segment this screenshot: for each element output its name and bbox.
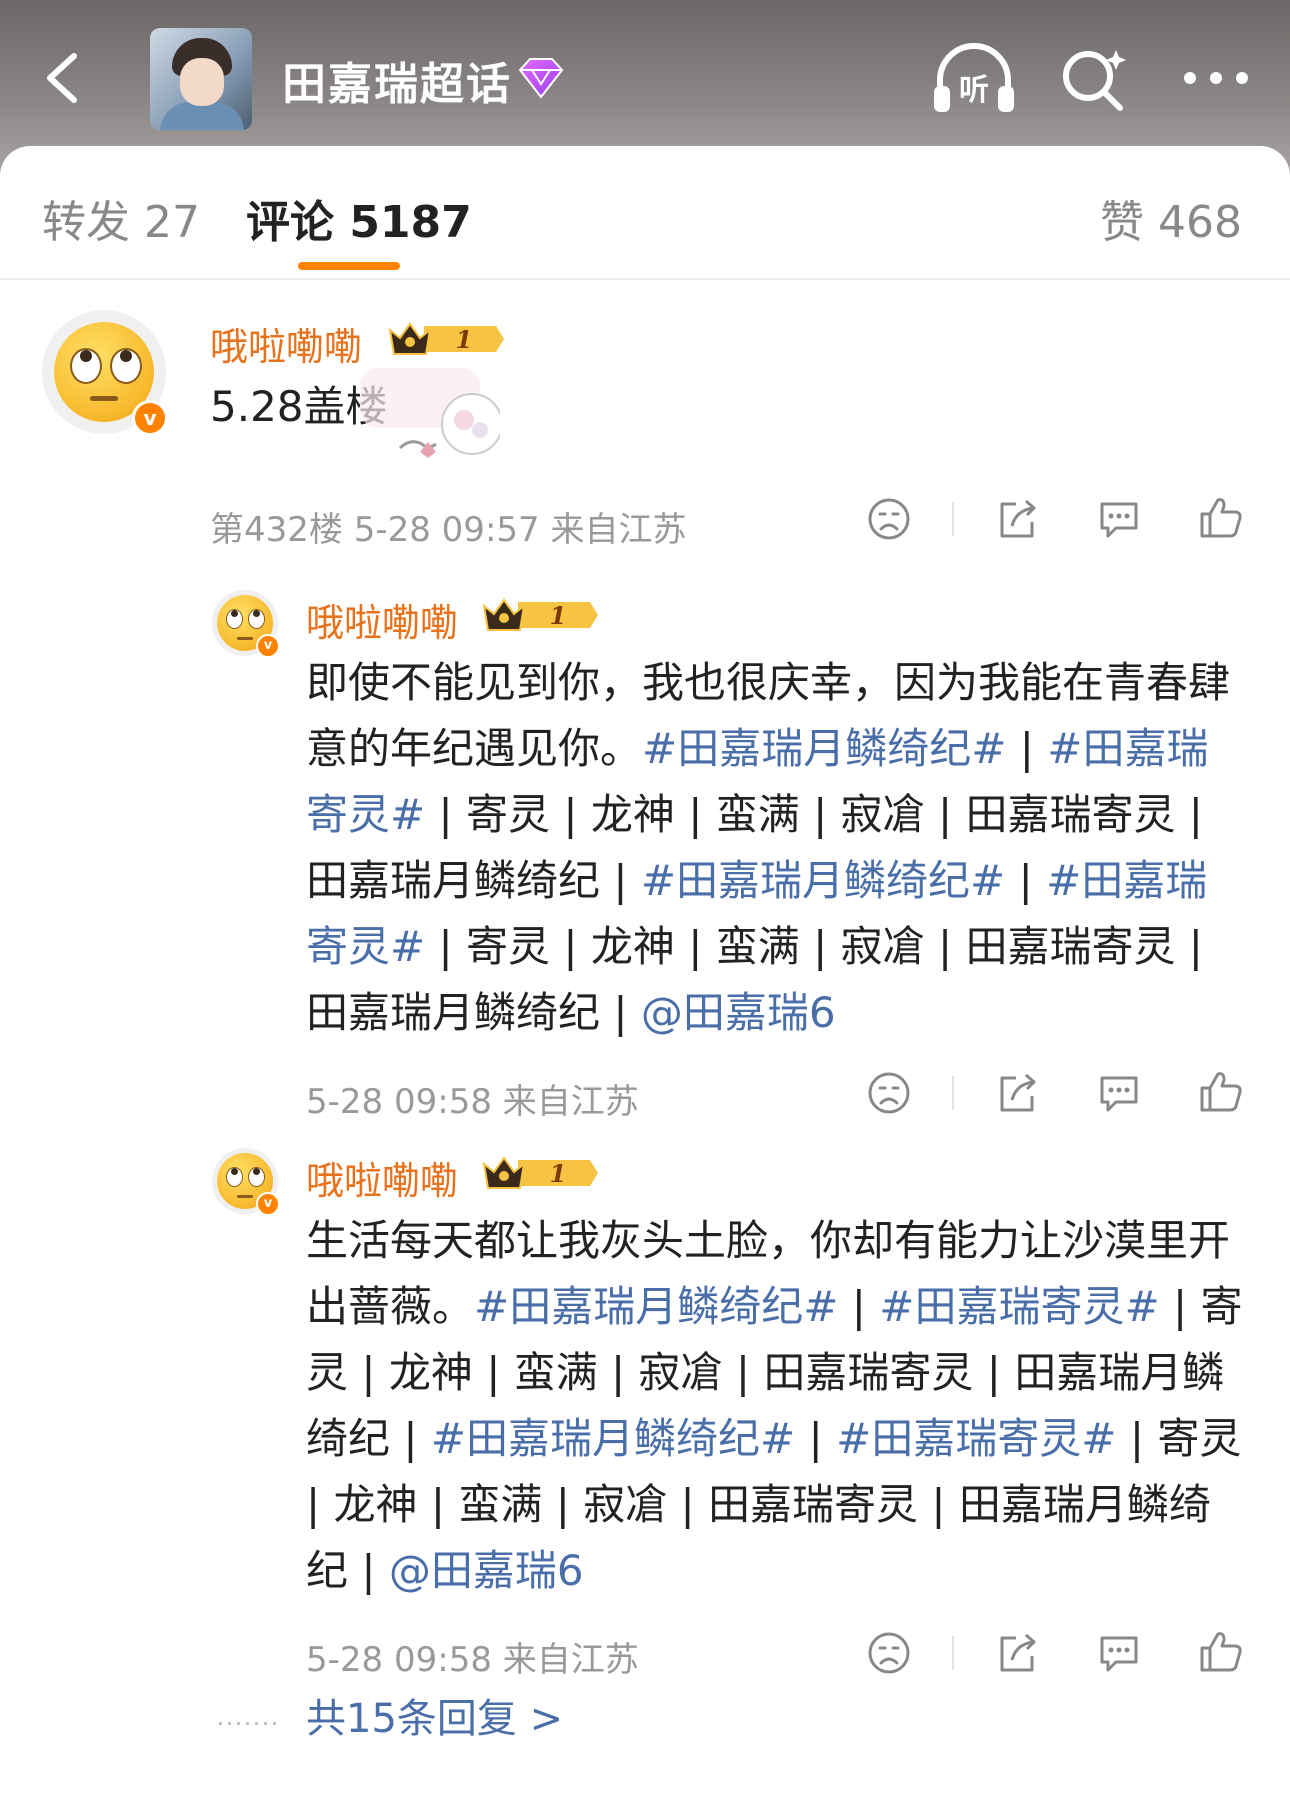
- dislike-icon[interactable]: [866, 496, 912, 542]
- username[interactable]: 哦啦嘞嘞: [210, 316, 362, 371]
- comment-icon[interactable]: [1096, 1630, 1142, 1676]
- reply-text: 生活每天都让我灰头土脸，你却有能力让沙漠里开出蔷薇。#田嘉瑞月鳞绮纪# | #田…: [306, 1208, 1246, 1604]
- comment-bubble-decoration: [360, 368, 500, 458]
- active-tab-indicator: [298, 262, 400, 270]
- avatar[interactable]: v: [212, 1148, 280, 1216]
- like-icon[interactable]: [1198, 494, 1244, 540]
- mention-link[interactable]: @田嘉瑞6: [389, 1546, 584, 1595]
- avatar[interactable]: v: [212, 590, 280, 658]
- verified-badge: v: [256, 1192, 280, 1216]
- share-icon[interactable]: [994, 1630, 1040, 1676]
- reply-text: 即使不能见到你，我也很庆幸，因为我能在青春肆意的年纪遇见你。#田嘉瑞月鳞绮纪# …: [306, 650, 1246, 1046]
- comment-meta: 第432楼 5-28 09:57 来自江苏: [210, 510, 687, 550]
- like-icon[interactable]: [1198, 1068, 1244, 1114]
- listen-icon[interactable]: 听: [932, 42, 1016, 118]
- topic-link[interactable]: #田嘉瑞月鳞绮纪#: [641, 856, 1005, 905]
- dislike-icon[interactable]: [866, 1630, 912, 1676]
- reply-thread-dots: [216, 1722, 276, 1725]
- search-icon[interactable]: [1058, 44, 1130, 116]
- tab-forward[interactable]: 转发 27: [42, 186, 200, 250]
- comment-icon[interactable]: [1096, 496, 1142, 542]
- divider: [952, 502, 954, 536]
- more-replies-link[interactable]: 共15条回复 >: [306, 1686, 563, 1744]
- reply-meta: 5-28 09:58 来自江苏: [306, 1082, 639, 1122]
- tab-likes[interactable]: 赞 468: [1100, 186, 1242, 250]
- divider: [952, 1076, 954, 1110]
- divider: [952, 1636, 954, 1670]
- dislike-icon[interactable]: [866, 1070, 912, 1116]
- reply-text-fragment: |: [1006, 724, 1048, 773]
- reply-meta: 5-28 09:58 来自江苏: [306, 1640, 639, 1680]
- reply-text-fragment: |: [1005, 856, 1047, 905]
- comment-icon[interactable]: [1096, 1070, 1142, 1116]
- topic-link[interactable]: #田嘉瑞月鳞绮纪#: [474, 1282, 838, 1331]
- page-title[interactable]: 田嘉瑞超话: [282, 48, 512, 112]
- mention-link[interactable]: @田嘉瑞6: [641, 988, 836, 1037]
- avatar[interactable]: v: [42, 310, 168, 436]
- fan-level-crown-icon[interactable]: 1: [482, 594, 598, 636]
- fan-level: 1: [456, 325, 473, 354]
- topic-link[interactable]: #田嘉瑞月鳞绮纪#: [642, 724, 1006, 773]
- more-icon[interactable]: [1180, 60, 1252, 96]
- listen-label: 听: [959, 73, 989, 108]
- username[interactable]: 哦啦嘞嘞: [306, 592, 458, 647]
- topic-link[interactable]: #田嘉瑞寄灵#: [836, 1414, 1116, 1463]
- reply-text-fragment: |: [795, 1414, 837, 1463]
- like-icon[interactable]: [1198, 1628, 1244, 1674]
- fan-level-crown-icon[interactable]: 1: [388, 318, 504, 360]
- fan-level: 1: [550, 601, 567, 630]
- reply-text-fragment: |: [838, 1282, 880, 1331]
- username[interactable]: 哦啦嘞嘞: [306, 1150, 458, 1205]
- share-icon[interactable]: [994, 1070, 1040, 1116]
- verified-badge: v: [132, 400, 168, 436]
- topic-link[interactable]: #田嘉瑞寄灵#: [879, 1282, 1159, 1331]
- back-arrow-icon[interactable]: [36, 48, 96, 108]
- divider: [0, 278, 1290, 280]
- fan-level-crown-icon[interactable]: 1: [482, 1152, 598, 1194]
- fan-level: 1: [550, 1159, 567, 1188]
- share-icon[interactable]: [994, 496, 1040, 542]
- diamond-icon: [518, 58, 564, 99]
- tab-bar: 转发 27 评论 5187 赞 468: [0, 146, 1290, 276]
- topic-link[interactable]: #田嘉瑞月鳞绮纪#: [431, 1414, 795, 1463]
- tab-comments[interactable]: 评论 5187: [246, 186, 472, 250]
- supertopic-avatar[interactable]: [150, 28, 252, 130]
- verified-badge: v: [256, 634, 280, 658]
